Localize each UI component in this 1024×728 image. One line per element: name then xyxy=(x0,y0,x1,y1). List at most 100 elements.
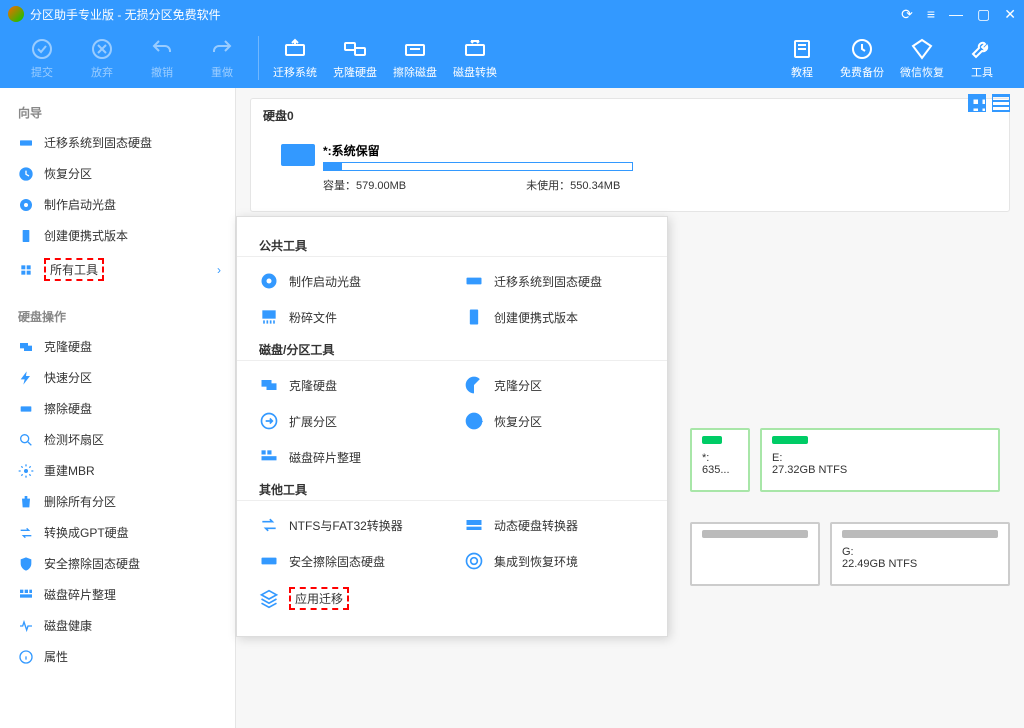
extend-icon xyxy=(259,411,279,431)
popup-item-defrag[interactable]: 磁盘碎片整理 xyxy=(247,439,452,475)
popup-item-migrate-ssd[interactable]: 迁移系统到固态硬盘 xyxy=(452,263,657,299)
window-title: 分区助手专业版 - 无损分区免费软件 xyxy=(30,6,221,23)
hdd-icon xyxy=(464,271,484,291)
minimize-icon[interactable]: — xyxy=(949,6,963,23)
clone-icon xyxy=(18,339,34,355)
disk-map-box-blank[interactable] xyxy=(690,522,820,586)
search-icon xyxy=(18,432,34,448)
popup-item-ntfs-fat32[interactable]: NTFS与FAT32转换器 xyxy=(247,507,452,543)
sidebar-item-secure-erase-ssd[interactable]: 安全擦除固态硬盘 xyxy=(0,548,235,579)
convert-icon xyxy=(18,525,34,541)
hdd-icon xyxy=(18,135,34,151)
sidebar-item-rebuild-mbr[interactable]: 重建MBR xyxy=(0,455,235,486)
close-icon[interactable]: ✕ xyxy=(1004,6,1016,23)
disk0-card: 硬盘0 *:系统保留 容量：579.00MB 未使用：550.34MB xyxy=(250,98,1010,212)
disc-icon xyxy=(18,197,34,213)
disk-map: *: 635... E: 27.32GB NTFS G: 22.49GB xyxy=(690,428,1010,586)
popup-item-secure-erase[interactable]: 安全擦除固态硬盘 xyxy=(247,543,452,579)
recover-icon xyxy=(18,166,34,182)
popup-section-public: 公共工具 xyxy=(237,231,667,257)
window-controls: ⟳ ≡ — ▢ ✕ xyxy=(901,6,1016,23)
redo-button[interactable]: 重做 xyxy=(192,30,252,86)
chevron-right-icon: › xyxy=(217,263,221,277)
disk-ops-header: 硬盘操作 xyxy=(0,302,235,331)
clone-disk-button[interactable]: 克隆硬盘 xyxy=(325,30,385,86)
hdd-wipe-icon xyxy=(403,37,427,61)
health-icon xyxy=(18,618,34,634)
partition-usage-bar xyxy=(323,162,633,171)
popup-item-portable[interactable]: 创建便携式版本 xyxy=(452,299,657,335)
maximize-icon[interactable]: ▢ xyxy=(977,6,990,23)
popup-item-boot-disc[interactable]: 制作启动光盘 xyxy=(247,263,452,299)
tools-button[interactable]: 工具 xyxy=(952,30,1012,86)
popup-item-integrate-recovery[interactable]: 集成到恢复环境 xyxy=(452,543,657,579)
sidebar-item-boot-disc[interactable]: 制作启动光盘 xyxy=(0,189,235,220)
toolbar-separator xyxy=(258,36,259,80)
sidebar-item-all-tools[interactable]: 所有工具› xyxy=(0,251,235,288)
popup-item-clone-disk[interactable]: 克隆硬盘 xyxy=(247,367,452,403)
sidebar: 向导 迁移系统到固态硬盘 恢复分区 制作启动光盘 创建便携式版本 所有工具› 硬… xyxy=(0,88,236,728)
trash-icon xyxy=(18,494,34,510)
popup-section-other: 其他工具 xyxy=(237,475,667,501)
eraser-icon xyxy=(18,401,34,417)
discard-button[interactable]: 放弃 xyxy=(72,30,132,86)
menu-icon[interactable]: ≡ xyxy=(927,6,935,23)
partition-name: *:系统保留 xyxy=(323,142,979,159)
undo-button[interactable]: 撤销 xyxy=(132,30,192,86)
clone-icon xyxy=(259,375,279,395)
recover-icon xyxy=(464,411,484,431)
migrate-system-button[interactable]: 迁移系统 xyxy=(265,30,325,86)
popup-item-extend-partition[interactable]: 扩展分区 xyxy=(247,403,452,439)
disk0-title[interactable]: 硬盘0 xyxy=(251,99,1009,132)
sidebar-item-clone-disk[interactable]: 克隆硬盘 xyxy=(0,331,235,362)
hdd-arrow-icon xyxy=(283,37,307,61)
main-area: 向导 迁移系统到固态硬盘 恢复分区 制作启动光盘 创建便携式版本 所有工具› 硬… xyxy=(0,88,1024,728)
sidebar-item-disk-health[interactable]: 磁盘健康 xyxy=(0,610,235,641)
pie-icon xyxy=(464,375,484,395)
tools-icon xyxy=(18,262,34,278)
sidebar-item-recover-partition[interactable]: 恢复分区 xyxy=(0,158,235,189)
sidebar-item-portable[interactable]: 创建便携式版本 xyxy=(0,220,235,251)
sidebar-item-quick-partition[interactable]: 快速分区 xyxy=(0,362,235,393)
sidebar-item-convert-gpt[interactable]: 转换成GPT硬盘 xyxy=(0,517,235,548)
wipe-disk-button[interactable]: 擦除磁盘 xyxy=(385,30,445,86)
sidebar-item-defrag[interactable]: 磁盘碎片整理 xyxy=(0,579,235,610)
main-toolbar: 提交 放弃 撤销 重做 迁移系统 克隆硬盘 擦除磁盘 磁盘转换 教程 免费备份 … xyxy=(0,28,1024,88)
sidebar-item-properties[interactable]: 属性 xyxy=(0,641,235,672)
redo-icon xyxy=(210,37,234,61)
disk-map-box-g[interactable]: G: 22.49GB NTFS xyxy=(830,522,1010,586)
popup-item-app-migrate[interactable]: 应用迁移 xyxy=(247,579,452,618)
disk-map-box-e[interactable]: E: 27.32GB NTFS xyxy=(760,428,1000,492)
dynamic-icon xyxy=(464,515,484,535)
partition-unused: 未使用：550.34MB xyxy=(526,177,620,193)
erase-icon xyxy=(259,551,279,571)
wechat-recovery-button[interactable]: 微信恢复 xyxy=(892,30,952,86)
hdd-clone-icon xyxy=(343,37,367,61)
title-bar: 分区助手专业版 - 无损分区免费软件 ⟳ ≡ — ▢ ✕ xyxy=(0,0,1024,28)
sidebar-item-wipe-disk[interactable]: 擦除硬盘 xyxy=(0,393,235,424)
book-icon xyxy=(790,37,814,61)
sidebar-item-migrate-ssd[interactable]: 迁移系统到固态硬盘 xyxy=(0,127,235,158)
popup-item-shred[interactable]: 粉碎文件 xyxy=(247,299,452,335)
disk-convert-button[interactable]: 磁盘转换 xyxy=(445,30,505,86)
usb-icon xyxy=(18,228,34,244)
gear-icon xyxy=(18,463,34,479)
sidebar-item-bad-sector[interactable]: 检测坏扇区 xyxy=(0,424,235,455)
grid-view-icon[interactable] xyxy=(968,94,986,112)
popup-item-dynamic-disk[interactable]: 动态硬盘转换器 xyxy=(452,507,657,543)
popup-item-recover-partition[interactable]: 恢复分区 xyxy=(452,403,657,439)
popup-item-clone-partition[interactable]: 克隆分区 xyxy=(452,367,657,403)
refresh-icon[interactable]: ⟳ xyxy=(901,6,913,23)
free-backup-button[interactable]: 免费备份 xyxy=(832,30,892,86)
info-icon xyxy=(18,649,34,665)
check-icon xyxy=(30,37,54,61)
sidebar-item-delete-all[interactable]: 删除所有分区 xyxy=(0,486,235,517)
partition-box: *:系统保留 容量：579.00MB 未使用：550.34MB xyxy=(251,132,1009,211)
disk-map-box-star[interactable]: *: 635... xyxy=(690,428,750,492)
tutorial-button[interactable]: 教程 xyxy=(772,30,832,86)
hdd-convert-icon xyxy=(463,37,487,61)
undo-icon xyxy=(150,37,174,61)
bolt-icon xyxy=(18,370,34,386)
list-view-icon[interactable] xyxy=(992,94,1010,112)
commit-button[interactable]: 提交 xyxy=(12,30,72,86)
